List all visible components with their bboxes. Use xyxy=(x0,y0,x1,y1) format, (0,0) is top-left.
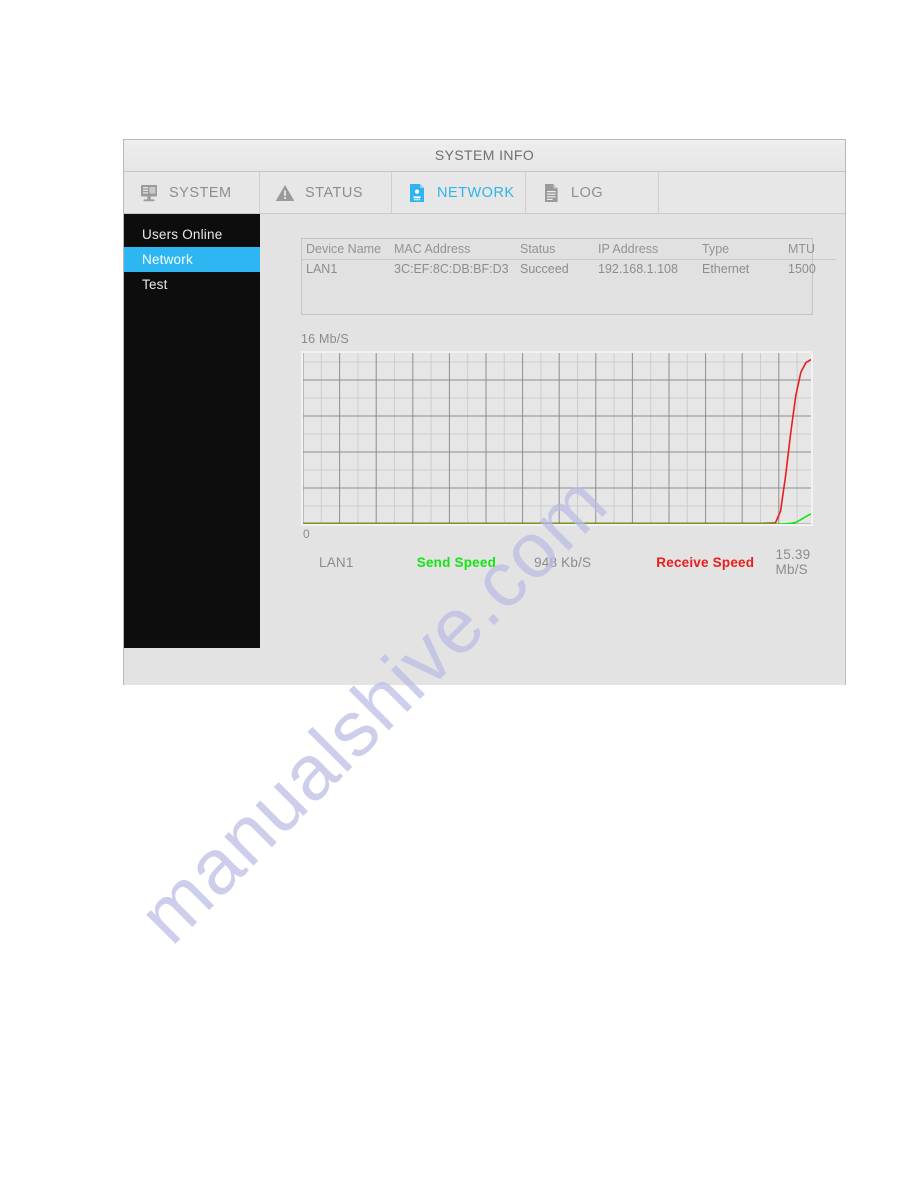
column-header-ip-address: IP Address xyxy=(594,239,698,260)
column-header-device-name: Device Name xyxy=(302,239,390,260)
dialog-title: SYSTEM INFO xyxy=(124,140,845,172)
sidebar-item-label: Network xyxy=(142,252,193,267)
tab-log-label: LOG xyxy=(571,184,604,201)
sidebar-item-label: Test xyxy=(142,277,168,292)
tab-status[interactable]: STATUS xyxy=(260,172,392,213)
sidebar: Users Online Network Test xyxy=(124,214,260,648)
table-row[interactable]: LAN1 3C:EF:8C:DB:BF:D3 Succeed 192.168.1… xyxy=(302,260,836,279)
sidebar-item-network[interactable]: Network xyxy=(124,247,260,272)
network-speed-chart: 0 xyxy=(301,351,813,541)
column-header-status: Status xyxy=(516,239,594,260)
tab-network-label: NETWORK xyxy=(437,184,515,201)
tab-network[interactable]: NETWORK xyxy=(392,172,526,213)
cell-mtu: 1500 xyxy=(788,262,816,276)
column-header-mtu: MTU xyxy=(784,239,836,260)
tab-log[interactable]: LOG xyxy=(526,172,659,213)
legend-device-name: LAN1 xyxy=(319,554,354,570)
warning-triangle-icon xyxy=(274,182,296,204)
cell-ip-address: 192.168.1.108 xyxy=(598,262,678,276)
cell-mac-address: 3C:EF:8C:DB:BF:D3 xyxy=(394,262,509,276)
document-icon xyxy=(540,182,562,204)
tab-system-label: SYSTEM xyxy=(169,184,232,201)
chart-axis-max-label: 16 Mb/S xyxy=(301,332,349,346)
chart-legend: LAN1 Send Speed 948 Kb/S Receive Speed 1… xyxy=(319,547,845,577)
table-header-row: Device Name MAC Address Status IP Addres… xyxy=(302,239,836,260)
system-info-dialog: SYSTEM INFO SYSTEM STATUS NETWORK LOG Us… xyxy=(123,139,846,685)
cell-device-name: LAN1 xyxy=(306,262,338,276)
tab-bar: SYSTEM STATUS NETWORK LOG xyxy=(124,172,845,214)
tab-system[interactable]: SYSTEM xyxy=(124,172,260,213)
sidebar-item-label: Users Online xyxy=(142,227,223,242)
legend-receive-value: 15.39 Mb/S xyxy=(775,547,811,577)
chart-axis-min-label: 0 xyxy=(303,527,310,541)
content-pane: Device Name MAC Address Status IP Addres… xyxy=(260,214,845,685)
tab-bar-filler xyxy=(659,172,845,213)
chart-svg xyxy=(303,353,811,524)
monitor-icon xyxy=(138,182,160,204)
chart-plot-area xyxy=(301,351,813,526)
sidebar-item-users-online[interactable]: Users Online xyxy=(124,222,260,247)
legend-send-value: 948 Kb/S xyxy=(534,554,592,570)
network-card-icon xyxy=(406,182,428,204)
sidebar-item-test[interactable]: Test xyxy=(124,272,260,297)
dialog-body: Users Online Network Test Device Name MA… xyxy=(124,214,845,685)
network-device-table: Device Name MAC Address Status IP Addres… xyxy=(301,238,836,315)
column-header-type: Type xyxy=(698,239,784,260)
legend-receive-label: Receive Speed xyxy=(656,554,755,570)
column-header-mac-address: MAC Address xyxy=(390,239,516,260)
tab-status-label: STATUS xyxy=(305,184,364,201)
legend-send-label: Send Speed xyxy=(416,554,497,570)
cell-type: Ethernet xyxy=(702,262,750,276)
cell-status: Succeed xyxy=(520,262,569,276)
